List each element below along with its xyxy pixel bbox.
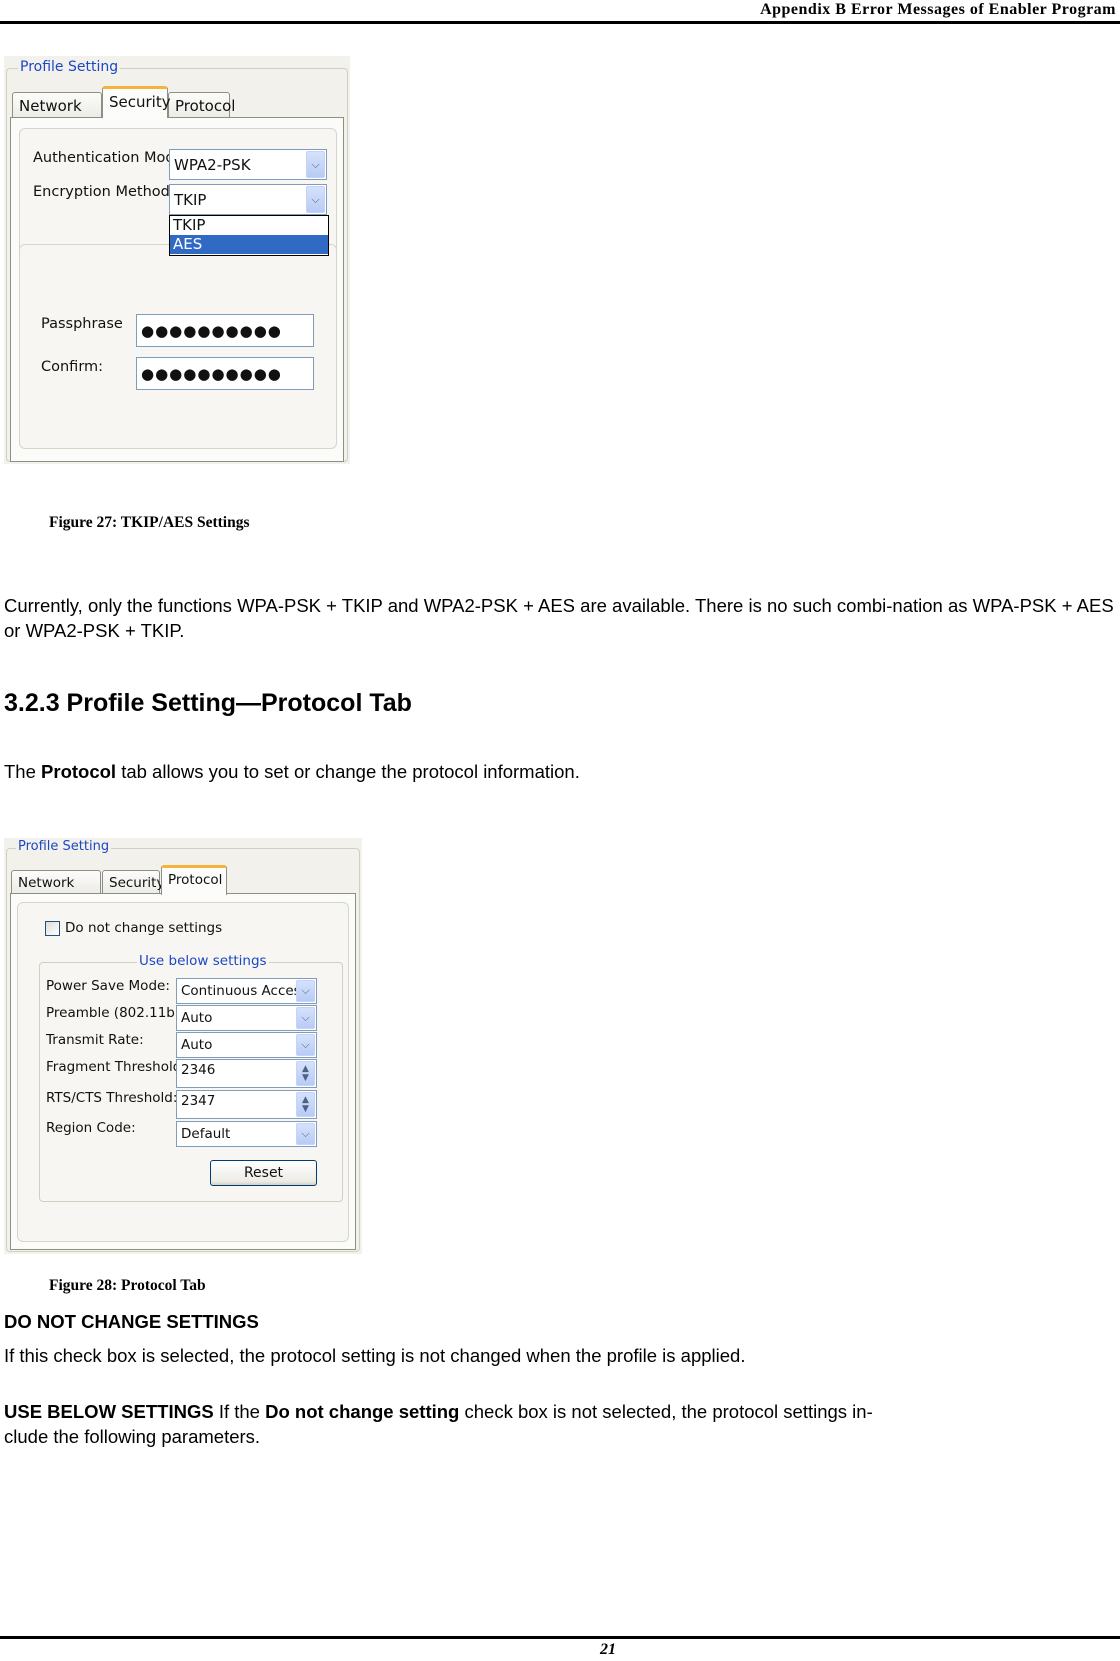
confirm-label: Confirm: <box>41 359 104 375</box>
ubs-heading: USE BELOW SETTINGS <box>4 1401 214 1422</box>
ubs-paragraph: USE BELOW SETTINGS If the Do not change … <box>4 1399 1114 1449</box>
preamble-select[interactable]: Auto ⌵ <box>176 1005 317 1031</box>
transmit-rate-label: Transmit Rate: <box>46 1032 144 1048</box>
page-number: 21 <box>600 1641 616 1658</box>
confirm-value: ●●●●●●●●●● <box>141 364 282 383</box>
passphrase-value: ●●●●●●●●●● <box>141 321 282 340</box>
rts-cts-threshold-value: 2347 <box>181 1093 216 1109</box>
use-below-settings-title: Use below settings <box>137 953 269 969</box>
auth-mode-select[interactable]: WPA2-PSK ⌵ <box>169 149 327 180</box>
chevron-down-icon[interactable]: ⌵ <box>296 1007 315 1029</box>
chevron-down-icon[interactable]: ⌵ <box>296 980 315 1002</box>
encryption-value: TKIP <box>174 190 207 209</box>
confirm-input[interactable]: ●●●●●●●●●● <box>136 357 314 390</box>
tab-label: Protocol <box>175 97 236 115</box>
protocol-tab-panel: Do not change settings Use below setting… <box>10 893 356 1250</box>
preamble-label: Preamble (802.11b): <box>46 1005 185 1021</box>
security-tab-panel: Authentication Mode: WPA2-PSK ⌵ Encrypti… <box>10 117 344 462</box>
dnc-text: If this check box is selected, the proto… <box>4 1345 746 1366</box>
encryption-select[interactable]: TKIP ⌵ <box>169 184 327 215</box>
encryption-option-aes[interactable]: AES <box>170 235 328 254</box>
ubs-line2: clude the following parameters. <box>4 1426 261 1447</box>
figure-28-caption: Figure 28: Protocol Tab <box>49 1277 206 1294</box>
do-not-change-label: Do not change settings <box>65 920 223 936</box>
running-header: Appendix B Error Messages of Enabler Pro… <box>0 0 1120 24</box>
tab-security[interactable]: Security <box>102 86 171 118</box>
profile-setting-title: Profile Setting <box>16 839 112 854</box>
tab-network-info[interactable]: Network Info <box>12 92 102 133</box>
profile-setting-title: Profile Setting <box>18 59 121 75</box>
tab-protocol[interactable]: Protocol <box>161 865 227 895</box>
protocol-intro: The Protocol tab allows you to set or ch… <box>4 759 1114 784</box>
combination-note: Currently, only the functions WPA-PSK + … <box>4 595 1114 641</box>
encryption-dropdown-list: TKIP AES <box>169 215 329 256</box>
intro-prefix: The <box>4 761 42 782</box>
fragment-threshold-label: Fragment Threshold: <box>46 1059 186 1075</box>
rts-cts-threshold-spinner[interactable]: 2347 ▲ ▼ <box>176 1090 317 1119</box>
tab-protocol[interactable]: Protocol <box>168 92 235 118</box>
fragment-threshold-value: 2346 <box>181 1062 216 1078</box>
rts-cts-threshold-label: RTS/CTS Threshold: <box>46 1090 178 1106</box>
encryption-option-tkip[interactable]: TKIP <box>170 216 328 235</box>
figure-27-caption: Figure 27: TKIP/AES Settings <box>49 514 250 531</box>
chevron-down-icon[interactable]: ⌵ <box>296 1123 315 1145</box>
region-code-select[interactable]: Default ⌵ <box>176 1121 317 1147</box>
ubs-bold: Do not change setting <box>265 1401 460 1422</box>
transmit-rate-select[interactable]: Auto ⌵ <box>176 1032 317 1058</box>
chevron-down-icon[interactable]: ⌵ <box>296 1034 315 1056</box>
intro-bold: Protocol <box>41 761 117 782</box>
ubs-text2: check box is not selected, the protocol … <box>459 1401 873 1422</box>
intro-suffix: tab allows you to set or change the prot… <box>116 761 580 782</box>
running-header-title: Appendix B Error Messages of Enabler Pro… <box>760 1 1116 18</box>
passphrase-input[interactable]: ●●●●●●●●●● <box>136 314 314 347</box>
section-heading: 3.2.3 Profile Setting—Protocol Tab <box>4 689 412 717</box>
preamble-value: Auto <box>181 1010 213 1026</box>
reset-button[interactable]: Reset <box>210 1160 317 1186</box>
header-rule <box>0 21 1120 24</box>
power-save-label: Power Save Mode: <box>46 978 170 994</box>
reset-button-label: Reset <box>243 1165 284 1181</box>
tab-security[interactable]: Security <box>102 870 164 894</box>
figure-28-screenshot: Profile Setting Network Info Security Pr… <box>4 838 362 1254</box>
power-save-select[interactable]: Continuous Access ⌵ <box>176 978 317 1004</box>
encryption-label: Encryption Method: <box>33 184 175 200</box>
auth-mode-label: Authentication Mode: <box>33 150 189 166</box>
auth-mode-value: WPA2-PSK <box>174 155 251 174</box>
do-not-change-checkbox[interactable] <box>45 921 60 936</box>
transmit-rate-value: Auto <box>181 1037 213 1053</box>
power-save-value: Continuous Access <box>181 983 308 999</box>
region-code-label: Region Code: <box>46 1120 136 1136</box>
passphrase-label: Passphrase <box>41 316 123 332</box>
tab-label: Security <box>109 93 171 111</box>
chevron-down-icon[interactable]: ⌵ <box>306 186 325 213</box>
figure-27-screenshot: Profile Setting Network Info Security Pr… <box>4 56 350 464</box>
spin-updown-icon[interactable]: ▲ ▼ <box>296 1092 315 1117</box>
footer-rule <box>0 1636 1120 1639</box>
chevron-down-icon[interactable]: ⌵ <box>306 151 325 178</box>
fragment-threshold-spinner[interactable]: 2346 ▲ ▼ <box>176 1059 317 1088</box>
spin-updown-icon[interactable]: ▲ ▼ <box>296 1061 315 1086</box>
dnc-heading: DO NOT CHANGE SETTINGS <box>4 1311 259 1332</box>
ubs-text1: If the <box>213 1401 266 1422</box>
tab-network-info[interactable]: Network Info <box>11 870 101 907</box>
tab-label: Security <box>109 875 165 891</box>
tab-label: Protocol <box>168 872 223 888</box>
region-code-value: Default <box>181 1126 231 1142</box>
